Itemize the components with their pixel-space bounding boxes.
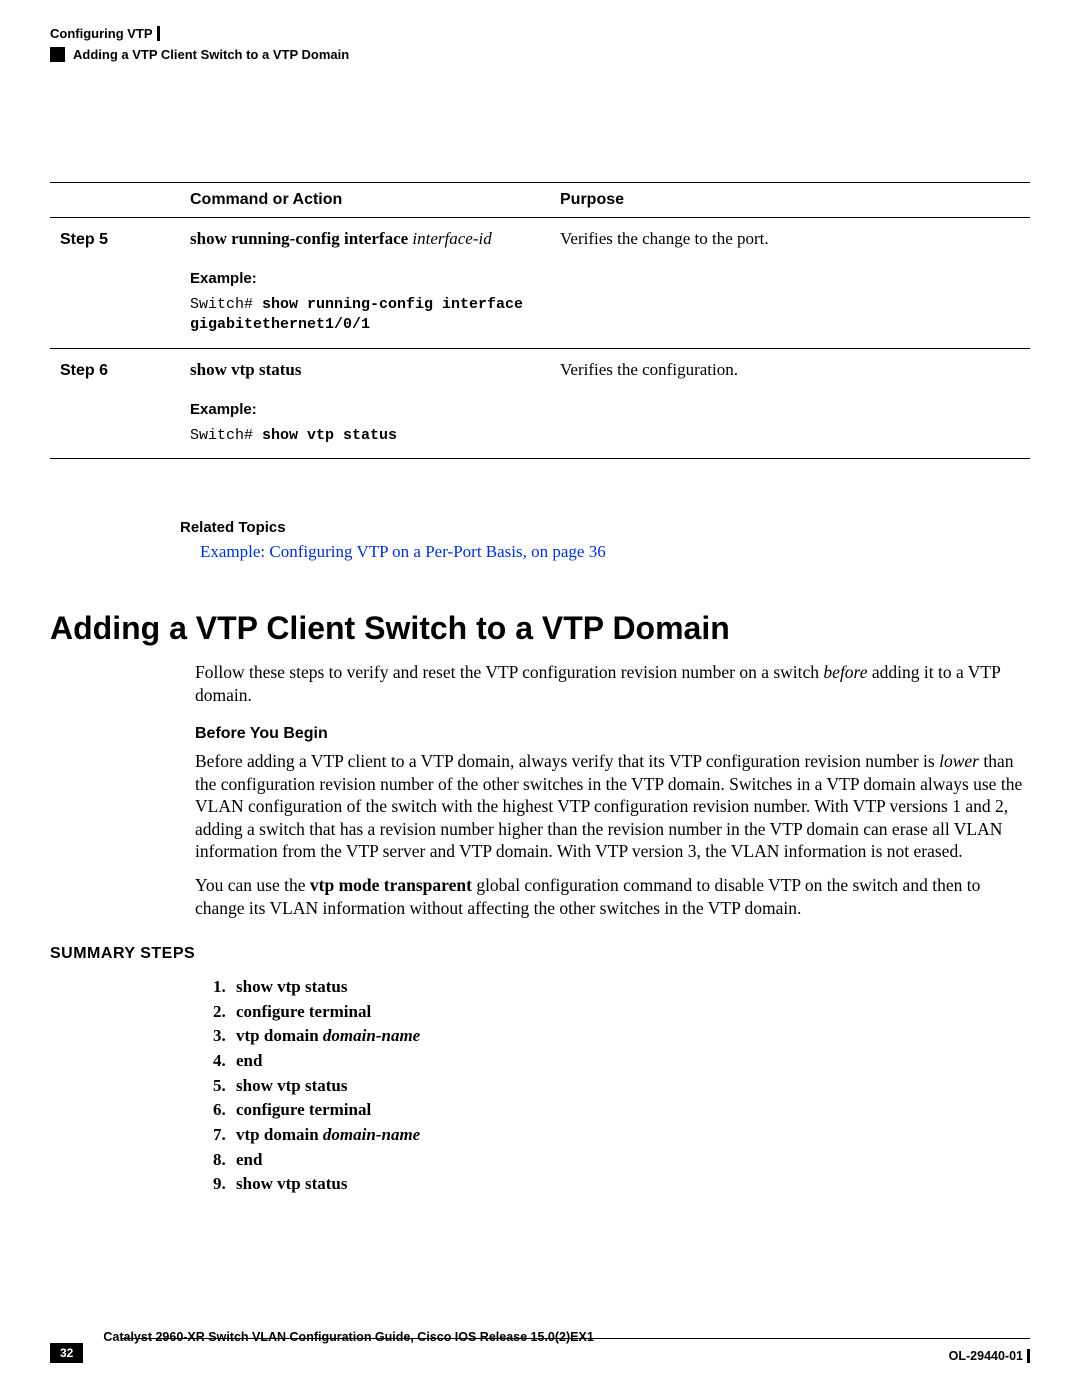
- purpose-cell: Verifies the change to the port.: [550, 218, 1030, 349]
- step-bold: show vtp status: [236, 1076, 347, 1095]
- section-title: Adding a VTP Client Switch to a VTP Doma…: [50, 610, 1030, 647]
- th-purpose: Purpose: [550, 183, 1030, 218]
- code-prompt: Switch#: [190, 296, 262, 313]
- step-label: Step 6: [60, 362, 108, 379]
- command-bold: show running-config interface: [190, 229, 408, 248]
- bb2-bold: vtp mode transparent: [310, 875, 472, 895]
- section-crumb: Adding a VTP Client Switch to a VTP Doma…: [50, 47, 1030, 62]
- chapter-label: Configuring VTP: [50, 26, 160, 41]
- step-bold: show vtp status: [236, 977, 347, 996]
- step-bold: show vtp status: [236, 1174, 347, 1193]
- footer-doc-title: Catalyst 2960-XR Switch VLAN Configurati…: [103, 1330, 593, 1344]
- related-topics: Related Topics Example: Configuring VTP …: [180, 519, 1030, 562]
- intro-paragraph: Follow these steps to verify and reset t…: [195, 661, 1030, 706]
- footer-doc-id: OL-29440-01: [949, 1349, 1030, 1363]
- page-number: 32: [50, 1343, 83, 1363]
- th-command: Command or Action: [180, 183, 550, 218]
- bb1-italic: lower: [939, 751, 979, 771]
- related-link[interactable]: Example: Configuring VTP on a Per-Port B…: [200, 542, 1030, 562]
- th-blank: [50, 183, 180, 218]
- command-arg: interface-id: [408, 229, 492, 248]
- related-title: Related Topics: [180, 519, 1030, 536]
- table-row: Step 6 show vtp status Example: Switch# …: [50, 348, 1030, 458]
- list-item: configure terminal: [230, 1000, 1030, 1025]
- square-icon: [50, 47, 65, 62]
- list-item: show vtp status: [230, 1172, 1030, 1197]
- step-label: Step 5: [60, 231, 108, 248]
- step-bold: vtp domain: [236, 1125, 323, 1144]
- before-begin-p1: Before adding a VTP client to a VTP doma…: [195, 750, 1030, 862]
- summary-heading: SUMMARY STEPS: [50, 945, 1030, 963]
- list-item: show vtp status: [230, 975, 1030, 1000]
- bb2-a: You can use the: [195, 875, 310, 895]
- list-item: vtp domain domain-name: [230, 1024, 1030, 1049]
- list-item: vtp domain domain-name: [230, 1123, 1030, 1148]
- section-crumb-text: Adding a VTP Client Switch to a VTP Doma…: [73, 47, 349, 62]
- step-italic: domain-name: [323, 1125, 420, 1144]
- intro-a: Follow these steps to verify and reset t…: [195, 662, 823, 682]
- list-item: end: [230, 1148, 1030, 1173]
- table-header-row: Command or Action Purpose: [50, 183, 1030, 218]
- code-prompt: Switch#: [190, 427, 262, 444]
- step-bold: end: [236, 1051, 262, 1070]
- step-bold: vtp domain: [236, 1026, 323, 1045]
- section-body: Follow these steps to verify and reset t…: [195, 661, 1030, 919]
- intro-italic: before: [823, 662, 867, 682]
- list-item: configure terminal: [230, 1098, 1030, 1123]
- summary-steps-list: show vtp status configure terminal vtp d…: [230, 975, 1030, 1197]
- page-footer: 32 Catalyst 2960-XR Switch VLAN Configur…: [50, 1338, 1030, 1363]
- code-block: Switch# show running-config interface gi…: [190, 295, 540, 336]
- step-italic: domain-name: [323, 1026, 420, 1045]
- before-begin-heading: Before You Begin: [195, 724, 1030, 744]
- example-label: Example:: [190, 400, 540, 420]
- purpose-cell: Verifies the configuration.: [550, 348, 1030, 458]
- table-row: Step 5 show running-config interface int…: [50, 218, 1030, 349]
- before-begin-p2: You can use the vtp mode transparent glo…: [195, 874, 1030, 919]
- steps-table-wrap: Command or Action Purpose Step 5 show ru…: [50, 182, 1030, 459]
- code-cmd: show vtp status: [262, 427, 397, 444]
- list-item: end: [230, 1049, 1030, 1074]
- code-block: Switch# show vtp status: [190, 426, 540, 446]
- step-bold: configure terminal: [236, 1100, 371, 1119]
- command-bold: show vtp status: [190, 360, 301, 379]
- example-label: Example:: [190, 269, 540, 289]
- steps-table: Command or Action Purpose Step 5 show ru…: [50, 182, 1030, 459]
- page-header: Configuring VTP: [50, 26, 1030, 41]
- step-bold: configure terminal: [236, 1002, 371, 1021]
- step-bold: end: [236, 1150, 262, 1169]
- bb1-a: Before adding a VTP client to a VTP doma…: [195, 751, 939, 771]
- list-item: show vtp status: [230, 1074, 1030, 1099]
